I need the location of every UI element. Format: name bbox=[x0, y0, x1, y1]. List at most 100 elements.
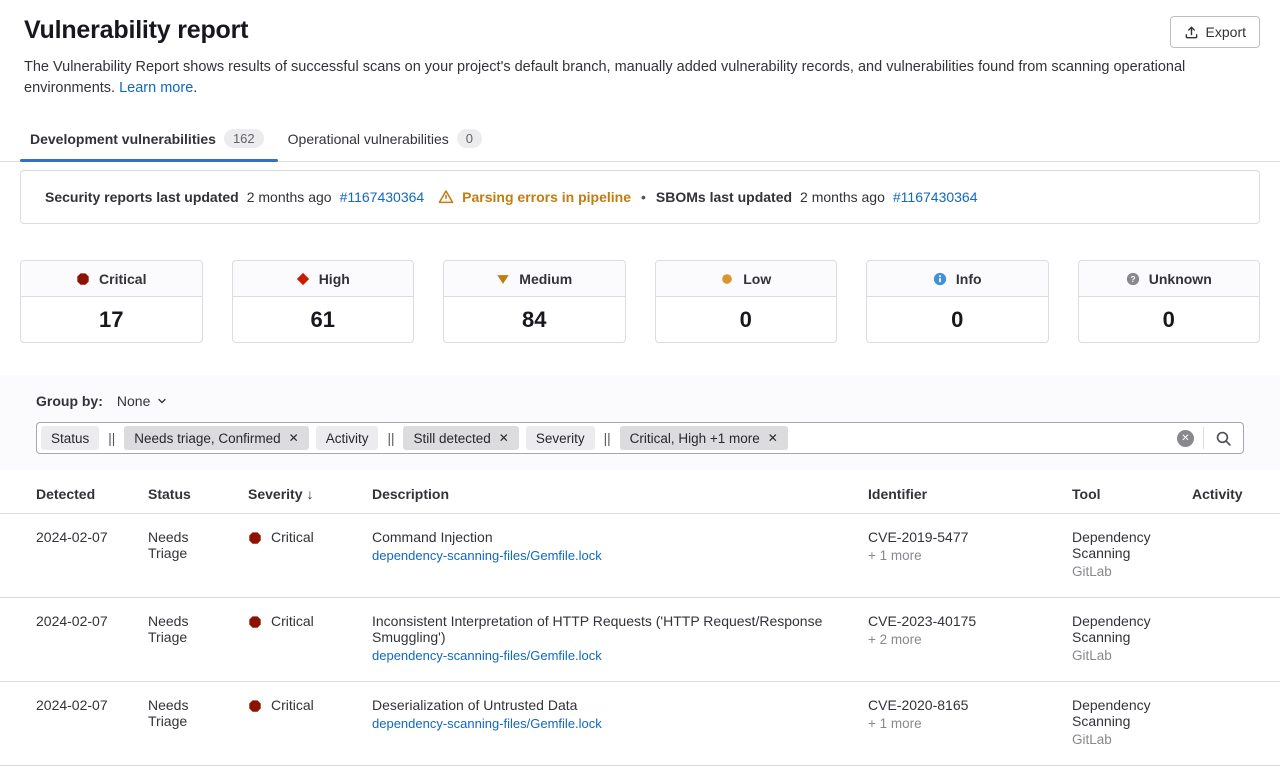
filter-token-activity-name[interactable]: Activity bbox=[316, 426, 379, 450]
severity-card-label: Unknown bbox=[1149, 271, 1212, 287]
vulnerability-location-link[interactable]: dependency-scanning-files/Gemfile.lock bbox=[372, 648, 844, 663]
severity-card-value: 0 bbox=[867, 297, 1048, 342]
severity-cell: Critical bbox=[248, 613, 348, 629]
tool-vendor: GitLab bbox=[1072, 648, 1168, 663]
export-icon bbox=[1184, 25, 1199, 40]
column-header-description[interactable]: Description bbox=[360, 472, 856, 514]
vulnerability-report-page: Vulnerability report Export The Vulnerab… bbox=[0, 0, 1280, 766]
filter-token-status-operator[interactable]: || bbox=[108, 431, 115, 446]
security-reports-time: 2 months ago bbox=[247, 189, 332, 205]
severity-card-label: Info bbox=[956, 271, 982, 287]
vulnerability-location-link[interactable]: dependency-scanning-files/Gemfile.lock bbox=[372, 548, 844, 563]
column-header-status[interactable]: Status bbox=[136, 472, 236, 514]
identifier-more: + 1 more bbox=[868, 548, 1048, 563]
page-description-suffix: . bbox=[193, 80, 197, 96]
status-cell: Needs Triage bbox=[136, 514, 236, 598]
sbom-label: SBOMs last updated bbox=[656, 189, 792, 205]
vulnerability-location-link[interactable]: dependency-scanning-files/Gemfile.lock bbox=[372, 716, 844, 731]
identifier-cell: CVE-2019-5477 bbox=[868, 529, 1048, 545]
severity-card-value: 0 bbox=[656, 297, 837, 342]
severity-card-label: Critical bbox=[99, 271, 146, 287]
separator-dot: • bbox=[641, 189, 646, 205]
identifier-cell: CVE-2023-40175 bbox=[868, 613, 1048, 629]
severity-card-info: Info 0 bbox=[866, 260, 1049, 343]
severity-card-label: High bbox=[319, 271, 350, 287]
tool-cell: Dependency Scanning bbox=[1072, 697, 1168, 729]
security-pipeline-link[interactable]: #1167430364 bbox=[340, 189, 425, 205]
chevron-down-icon bbox=[156, 395, 168, 407]
severity-unknown-icon: ? bbox=[1126, 272, 1140, 286]
tab-development-vulnerabilities[interactable]: Development vulnerabilities 162 bbox=[20, 119, 278, 161]
severity-summary-cards: Critical 17 High 61 Medium 84 bbox=[20, 260, 1260, 343]
filter-bar-divider bbox=[1203, 427, 1204, 449]
column-header-activity[interactable]: Activity bbox=[1180, 472, 1280, 514]
severity-card-high: High 61 bbox=[232, 260, 415, 343]
filter-token-status-value[interactable]: Needs triage, Confirmed ✕ bbox=[124, 426, 308, 450]
page-title: Vulnerability report bbox=[24, 16, 248, 45]
severity-cell: Critical bbox=[248, 529, 348, 545]
vulnerability-title[interactable]: Inconsistent Interpretation of HTTP Requ… bbox=[372, 613, 822, 645]
tool-cell: Dependency Scanning bbox=[1072, 613, 1168, 645]
column-header-severity[interactable]: Severity↓ bbox=[236, 472, 360, 514]
clear-filters-button[interactable]: ✕ bbox=[1177, 430, 1194, 447]
tab-count-badge: 0 bbox=[457, 129, 482, 148]
severity-card-label: Low bbox=[743, 271, 771, 287]
vulnerabilities-table: Detected Status Severity↓ Description Id… bbox=[0, 472, 1280, 766]
column-header-detected[interactable]: Detected bbox=[0, 472, 136, 514]
tab-label: Operational vulnerabilities bbox=[288, 131, 449, 147]
detected-cell: 2024-02-07 bbox=[0, 514, 136, 598]
severity-card-critical: Critical 17 bbox=[20, 260, 203, 343]
parsing-errors-link[interactable]: Parsing errors in pipeline bbox=[462, 189, 631, 205]
severity-card-label: Medium bbox=[519, 271, 572, 287]
sbom-pipeline-link[interactable]: #1167430364 bbox=[893, 189, 978, 205]
filtered-search-bar[interactable]: Status || Needs triage, Confirmed ✕ Acti… bbox=[36, 422, 1244, 454]
column-header-tool[interactable]: Tool bbox=[1060, 472, 1180, 514]
page-description-text: The Vulnerability Report shows results o… bbox=[24, 59, 1185, 96]
group-by-label: Group by: bbox=[36, 393, 103, 409]
vulnerability-row[interactable]: 2024-02-07 Needs Triage Critical Command… bbox=[0, 514, 1280, 598]
severity-card-value: 61 bbox=[233, 297, 414, 342]
vulnerability-row[interactable]: 2024-02-07 Needs Triage Critical Inconsi… bbox=[0, 598, 1280, 682]
search-button[interactable] bbox=[1213, 428, 1234, 449]
severity-critical-icon bbox=[248, 699, 262, 713]
detected-cell: 2024-02-07 bbox=[0, 598, 136, 682]
sbom-time: 2 months ago bbox=[800, 189, 885, 205]
pipeline-status-box: Security reports last updated 2 months a… bbox=[20, 170, 1260, 224]
severity-medium-icon bbox=[496, 272, 510, 286]
tab-count-badge: 162 bbox=[224, 129, 264, 148]
tool-vendor: GitLab bbox=[1072, 564, 1168, 579]
vulnerability-title[interactable]: Command Injection bbox=[372, 529, 493, 545]
column-header-identifier[interactable]: Identifier bbox=[856, 472, 1060, 514]
severity-card-value: 17 bbox=[21, 297, 202, 342]
activity-cell bbox=[1180, 682, 1280, 766]
svg-text:?: ? bbox=[1130, 273, 1135, 283]
severity-card-unknown: ? Unknown 0 bbox=[1078, 260, 1261, 343]
vulnerability-row[interactable]: 2024-02-07 Needs Triage Critical Deseria… bbox=[0, 682, 1280, 766]
tab-operational-vulnerabilities[interactable]: Operational vulnerabilities 0 bbox=[278, 119, 496, 161]
severity-critical-icon bbox=[248, 531, 262, 545]
learn-more-link[interactable]: Learn more bbox=[119, 80, 193, 96]
activity-cell bbox=[1180, 514, 1280, 598]
filter-token-activity-operator[interactable]: || bbox=[387, 431, 394, 446]
sort-descending-icon: ↓ bbox=[306, 486, 313, 502]
filter-token-severity-value[interactable]: Critical, High +1 more ✕ bbox=[620, 426, 788, 450]
filter-token-status-name[interactable]: Status bbox=[41, 426, 99, 450]
severity-critical-icon bbox=[248, 615, 262, 629]
export-button[interactable]: Export bbox=[1170, 16, 1260, 48]
filter-token-severity-operator[interactable]: || bbox=[604, 431, 611, 446]
filter-token-activity-value[interactable]: Still detected ✕ bbox=[403, 426, 518, 450]
severity-critical-icon bbox=[76, 272, 90, 286]
identifier-more: + 2 more bbox=[868, 632, 1048, 647]
tool-vendor: GitLab bbox=[1072, 732, 1168, 747]
remove-severity-token-icon[interactable]: ✕ bbox=[768, 432, 778, 444]
tool-cell: Dependency Scanning bbox=[1072, 529, 1168, 561]
remove-activity-token-icon[interactable]: ✕ bbox=[499, 432, 509, 444]
remove-status-token-icon[interactable]: ✕ bbox=[289, 432, 299, 444]
filter-token-severity-name[interactable]: Severity bbox=[526, 426, 595, 450]
status-cell: Needs Triage bbox=[136, 682, 236, 766]
severity-card-value: 0 bbox=[1079, 297, 1260, 342]
severity-card-low: Low 0 bbox=[655, 260, 838, 343]
identifier-cell: CVE-2020-8165 bbox=[868, 697, 1048, 713]
vulnerability-title[interactable]: Deserialization of Untrusted Data bbox=[372, 697, 577, 713]
group-by-dropdown[interactable]: None bbox=[117, 393, 168, 409]
